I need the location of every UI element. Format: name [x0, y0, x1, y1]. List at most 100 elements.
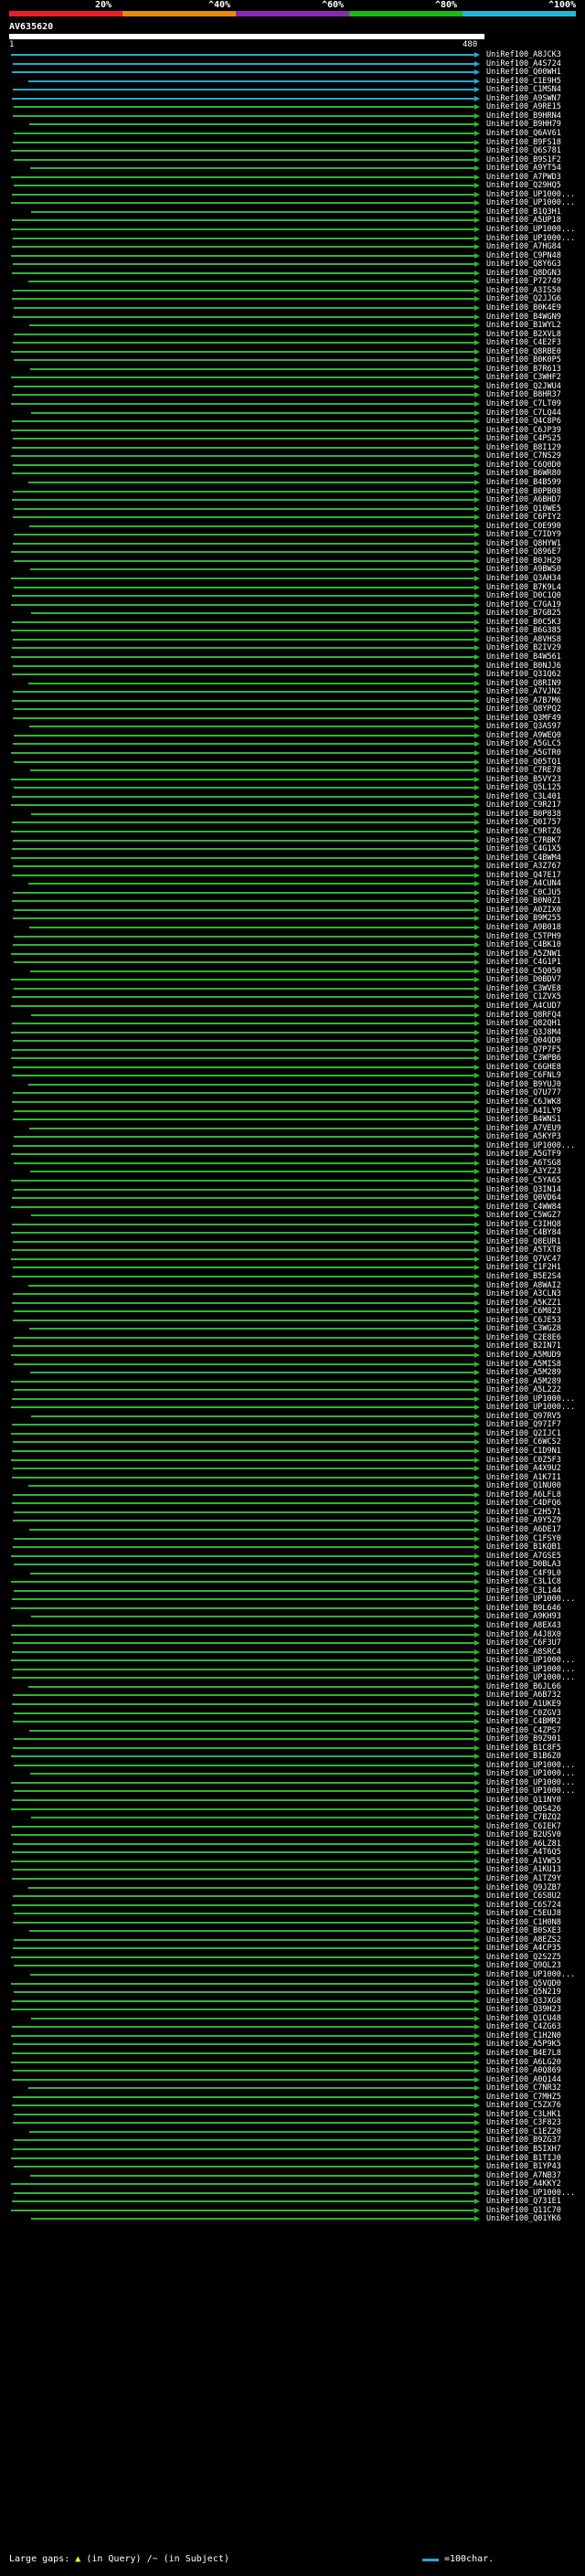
hit-label[interactable]: UniRef100_C3L1C8 — [486, 1577, 561, 1586]
hit-line[interactable] — [14, 1109, 474, 1112]
hit-line[interactable] — [13, 1293, 474, 1296]
hit-line[interactable] — [12, 1851, 474, 1854]
hit-line[interactable] — [13, 1240, 474, 1243]
hit-line[interactable] — [11, 1380, 474, 1383]
hit-label[interactable]: UniRef100_C3L144 — [486, 1586, 561, 1595]
hit-line[interactable] — [12, 874, 474, 876]
hit-label[interactable]: UniRef100_P72749 — [486, 277, 561, 286]
hit-line[interactable] — [11, 1057, 474, 1060]
hit-label[interactable]: UniRef100_A6LZ81 — [486, 1839, 561, 1849]
hit-label[interactable]: UniRef100_C3WVE8 — [486, 984, 561, 993]
hit-line[interactable] — [12, 1450, 474, 1452]
hit-line[interactable] — [12, 1424, 474, 1426]
hit-line[interactable] — [11, 1257, 474, 1260]
hit-line[interactable] — [11, 979, 474, 981]
hit-label[interactable]: UniRef100_A5KYP3 — [486, 1132, 561, 1141]
hit-label[interactable]: UniRef100_A5GTF9 — [486, 1150, 561, 1159]
hit-line[interactable] — [12, 996, 474, 999]
hit-label[interactable]: UniRef100_UP1000... — [486, 225, 575, 234]
hit-label[interactable]: UniRef100_Q2JWU4 — [486, 382, 561, 391]
hit-line[interactable] — [31, 1013, 474, 1016]
hit-line[interactable] — [13, 1546, 474, 1549]
hit-line[interactable] — [13, 516, 474, 519]
hit-label[interactable]: UniRef100_A9B018 — [486, 923, 561, 932]
hit-label[interactable]: UniRef100_C7NR32 — [486, 2083, 561, 2093]
hit-label[interactable]: UniRef100_B8HR37 — [486, 390, 561, 399]
hit-line[interactable] — [14, 185, 474, 187]
hit-label[interactable]: UniRef100_C2H571 — [486, 1508, 561, 1517]
hit-label[interactable]: UniRef100_Q82QH1 — [486, 1019, 561, 1028]
hit-label[interactable]: UniRef100_A1K7I1 — [486, 1473, 561, 1482]
hit-label[interactable]: UniRef100_C6JE53 — [486, 1316, 561, 1325]
hit-line[interactable] — [14, 1790, 474, 1793]
hit-label[interactable]: UniRef100_A5GTR0 — [486, 748, 561, 758]
hit-line[interactable] — [14, 534, 474, 536]
hit-line[interactable] — [29, 324, 474, 327]
hit-line[interactable] — [14, 1188, 474, 1191]
hit-line[interactable] — [12, 1799, 474, 1801]
hit-line[interactable] — [11, 1755, 474, 1758]
hit-line[interactable] — [11, 1153, 474, 1156]
hit-line[interactable] — [12, 1301, 474, 1304]
hit-line[interactable] — [13, 1668, 474, 1670]
hit-line[interactable] — [11, 150, 474, 153]
hit-line[interactable] — [29, 726, 474, 728]
hit-label[interactable]: UniRef100_B4E7L8 — [486, 2049, 561, 2058]
hit-line[interactable] — [12, 620, 474, 623]
hit-line[interactable] — [28, 883, 474, 885]
hit-label[interactable]: UniRef100_B1WYL2 — [486, 321, 561, 330]
hit-line[interactable] — [11, 952, 474, 955]
hit-label[interactable]: UniRef100_D0BDV7 — [486, 975, 561, 984]
hit-line[interactable] — [11, 376, 474, 379]
hit-label[interactable]: UniRef100_C6IEK7 — [486, 1822, 561, 1831]
hit-label[interactable]: UniRef100_UP1000... — [486, 1394, 575, 1404]
hit-line[interactable] — [14, 2166, 474, 2168]
hit-line[interactable] — [12, 1223, 474, 1225]
hit-line[interactable] — [11, 228, 474, 230]
hit-line[interactable] — [14, 1589, 474, 1592]
hit-line[interactable] — [12, 394, 474, 397]
hit-label[interactable]: UniRef100_A5MIS8 — [486, 1360, 561, 1369]
hit-label[interactable]: UniRef100_D0C1Q0 — [486, 591, 561, 600]
hit-label[interactable]: UniRef100_Q05TQ1 — [486, 758, 561, 767]
hit-label[interactable]: UniRef100_A5M289 — [486, 1377, 561, 1386]
hit-line[interactable] — [12, 595, 474, 598]
hit-label[interactable]: UniRef100_UP1000... — [486, 198, 575, 207]
hit-line[interactable] — [13, 1065, 474, 1068]
hit-label[interactable]: UniRef100_A4CUD7 — [486, 1002, 561, 1011]
hit-label[interactable]: UniRef100_A5GLC5 — [486, 739, 561, 748]
hit-line[interactable] — [11, 778, 474, 780]
hit-label[interactable]: UniRef100_C5TPH9 — [486, 932, 561, 941]
hit-line[interactable] — [11, 655, 474, 658]
hit-label[interactable]: UniRef100_UP1000... — [486, 1665, 575, 1674]
hit-label[interactable]: UniRef100_C4G1X5 — [486, 844, 561, 853]
hit-label[interactable]: UniRef100_Q1NU00 — [486, 1481, 561, 1490]
hit-line[interactable] — [31, 812, 474, 815]
hit-line[interactable] — [12, 1702, 474, 1705]
hit-label[interactable]: UniRef100_A4S724 — [486, 59, 561, 69]
hit-line[interactable] — [13, 2122, 474, 2125]
hit-line[interactable] — [12, 1825, 474, 1828]
hit-label[interactable]: UniRef100_UP1000... — [486, 1778, 575, 1787]
hit-label[interactable]: UniRef100_B1Q3H1 — [486, 207, 561, 217]
hit-line[interactable] — [11, 1406, 474, 1409]
hit-line[interactable] — [12, 900, 474, 903]
hit-line[interactable] — [13, 2148, 474, 2150]
hit-line[interactable] — [29, 1729, 474, 1732]
hit-label[interactable]: UniRef100_A3Z767 — [486, 862, 561, 871]
hit-line[interactable] — [31, 210, 474, 213]
hit-line[interactable] — [29, 927, 474, 928]
hit-line[interactable] — [29, 1930, 474, 1933]
hit-line[interactable] — [14, 1511, 474, 1513]
hit-line[interactable] — [14, 333, 474, 335]
hit-label[interactable]: UniRef100_A5KZZ1 — [486, 1299, 561, 1308]
hit-line[interactable] — [12, 298, 474, 301]
hit-label[interactable]: UniRef100_A7NB37 — [486, 2171, 561, 2180]
hit-line[interactable] — [14, 1537, 474, 1540]
hit-line[interactable] — [13, 1721, 474, 1723]
hit-line[interactable] — [14, 935, 474, 938]
hit-line[interactable] — [31, 411, 474, 414]
hit-line[interactable] — [14, 2113, 474, 2115]
hit-line[interactable] — [12, 2051, 474, 2054]
hit-label[interactable]: UniRef100_C5Q050 — [486, 967, 561, 976]
